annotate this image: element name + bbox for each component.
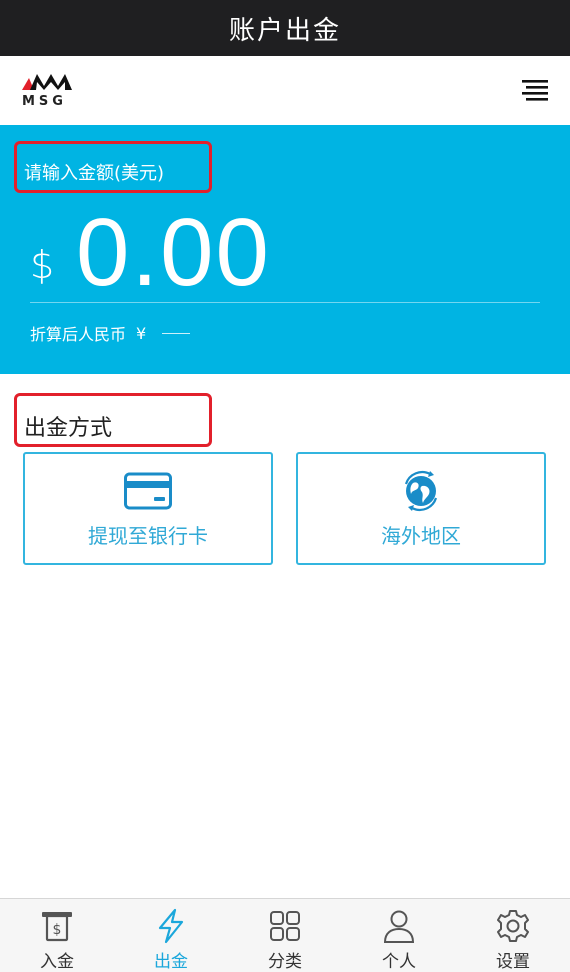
currency-symbol: $ [30, 243, 55, 287]
method-title: 出金方式 [24, 416, 113, 441]
logo-text: MSG [22, 94, 67, 109]
tab-label: 分类 [268, 952, 302, 972]
rmb-conversion: 折算后人民币 ¥ [30, 321, 191, 345]
rmb-value-placeholder [162, 332, 191, 334]
tab-withdraw[interactable]: 出金 [114, 899, 228, 972]
category-grid-icon [270, 911, 300, 941]
bank-card-option[interactable]: 提现至银行卡 [23, 452, 273, 565]
deposit-icon: $ [42, 912, 72, 942]
lightning-icon [158, 908, 184, 944]
amount-underline [30, 302, 540, 303]
tab-label: 设置 [496, 952, 530, 972]
tab-label: 出金 [154, 952, 188, 972]
person-icon [383, 910, 415, 943]
overseas-label: 海外地区 [381, 524, 461, 548]
bank-card-label: 提现至银行卡 [88, 524, 208, 548]
svg-text:$: $ [53, 922, 62, 938]
amount-input[interactable] [76, 203, 516, 303]
globe-icon [404, 471, 438, 511]
page-title: 账户出金 [228, 15, 341, 46]
title-bar: 账户出金 [0, 0, 570, 56]
tab-deposit[interactable]: $ 入金 [0, 899, 114, 972]
tab-category[interactable]: 分类 [228, 899, 342, 972]
gear-icon [497, 910, 529, 942]
tab-label: 个人 [382, 952, 416, 972]
withdraw-page: 账户出金 MSG 请输入金额(美元) $ 折算后人民币 ¥ 出金方式 [0, 0, 570, 972]
menu-icon[interactable] [522, 78, 548, 104]
bank-card-icon [124, 472, 172, 510]
tab-settings[interactable]: 设置 [456, 899, 570, 972]
overseas-option[interactable]: 海外地区 [296, 452, 546, 565]
rmb-symbol: ¥ [136, 323, 147, 343]
amount-label: 请输入金额(美元) [24, 163, 165, 184]
amount-panel: 请输入金额(美元) $ 折算后人民币 ¥ [0, 125, 570, 374]
bottom-tab-bar: $ 入金 出金 分类 个人 设置 [0, 898, 570, 972]
tab-label: 入金 [40, 952, 74, 972]
rmb-label: 折算后人民币 [30, 325, 127, 344]
brand-bar: MSG [0, 56, 570, 125]
tab-profile[interactable]: 个人 [342, 899, 456, 972]
